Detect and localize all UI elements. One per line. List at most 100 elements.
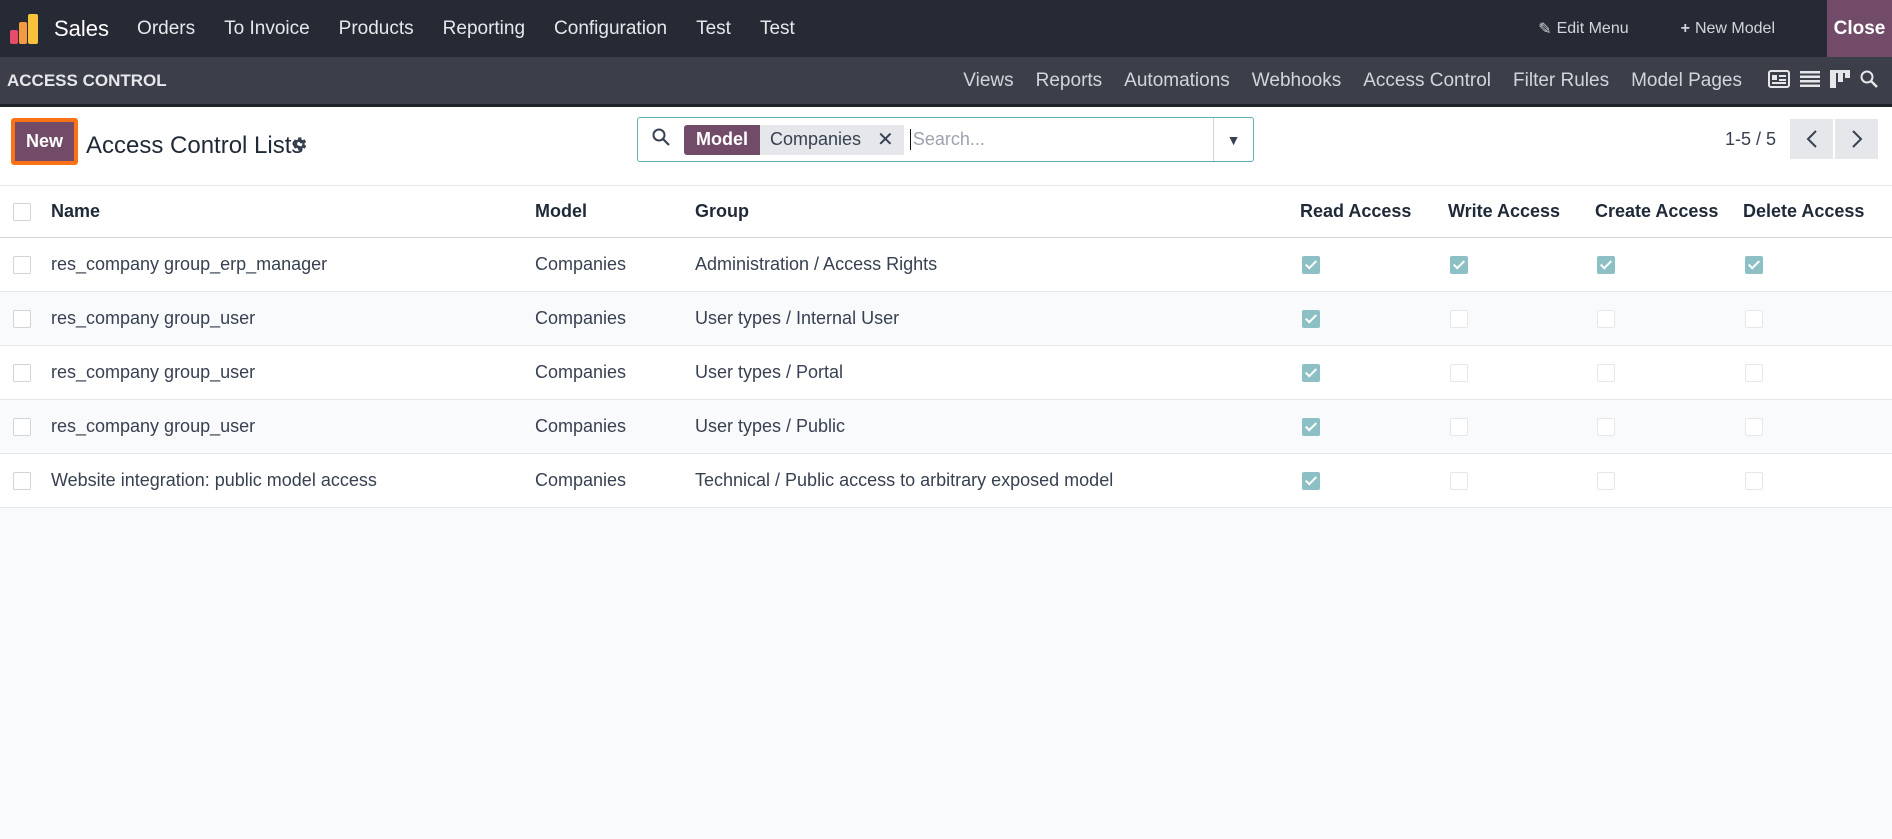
col-model[interactable]: Model <box>535 186 695 237</box>
navbar-actions: ✎ Edit Menu + New Model Close <box>1538 0 1892 57</box>
menu-test-2[interactable]: Test <box>760 18 795 40</box>
pager-previous-button[interactable] <box>1790 119 1833 159</box>
table-row[interactable]: res_company group_user Companies User type… <box>0 399 1892 453</box>
col-delete-access[interactable]: Delete Access <box>1743 186 1892 237</box>
cell-model: Companies <box>535 415 627 436</box>
row-checkbox[interactable] <box>13 471 31 490</box>
tab-model-pages[interactable]: Model Pages <box>1631 70 1742 92</box>
tab-webhooks[interactable]: Webhooks <box>1252 70 1341 92</box>
row-checkbox[interactable] <box>13 309 31 328</box>
tab-automations[interactable]: Automations <box>1124 70 1230 92</box>
view-switcher <box>1768 69 1878 92</box>
row-checkbox[interactable] <box>13 363 31 382</box>
menu-test-1[interactable]: Test <box>696 18 731 40</box>
new-button[interactable]: New <box>15 122 75 161</box>
cell-read-access <box>1300 399 1448 453</box>
page-title: Access Control Lists <box>86 132 304 159</box>
pager: 1-5 / 5 <box>1725 119 1878 159</box>
row-select-cell <box>0 399 51 453</box>
col-create-access[interactable]: Create Access <box>1595 186 1743 237</box>
cell-group: Administration / Access Rights <box>695 253 938 274</box>
search-bar: Model Companies ✕ ▼ <box>637 117 1254 162</box>
table-row[interactable]: res_company group_user Companies User type… <box>0 291 1892 345</box>
menu-products[interactable]: Products <box>339 18 414 40</box>
row-checkbox[interactable] <box>13 255 31 274</box>
acl-list-table: Name Model Group Read Access Write Acces… <box>0 186 1892 508</box>
cell-name: res_company group_user <box>51 415 256 436</box>
cell-model: Companies <box>535 307 627 328</box>
facet-value-wrap: Companies ✕ <box>760 124 904 155</box>
col-group[interactable]: Group <box>695 186 1300 237</box>
pager-value[interactable]: 1-5 / 5 <box>1725 129 1776 150</box>
cell-write-access <box>1448 345 1595 399</box>
delete-access-checkbox <box>1745 255 1763 274</box>
section-title: ACCESS CONTROL <box>7 70 167 90</box>
pager-next-button[interactable] <box>1835 119 1878 159</box>
tab-views[interactable]: Views <box>963 70 1013 92</box>
col-name[interactable]: Name <box>51 186 535 237</box>
cell-read-access <box>1300 453 1448 507</box>
studio-menu: Views Reports Automations Webhooks Acces… <box>941 70 1742 92</box>
list-view-icon[interactable] <box>1800 70 1820 92</box>
col-write-access[interactable]: Write Access <box>1448 186 1595 237</box>
row-select-cell <box>0 237 51 291</box>
app-name[interactable]: Sales <box>54 16 109 42</box>
create-access-checkbox <box>1597 255 1615 274</box>
table-header-row: Name Model Group Read Access Write Acces… <box>0 186 1892 237</box>
new-model-label: New Model <box>1694 19 1775 37</box>
search-icon[interactable] <box>1860 70 1878 92</box>
table-row[interactable]: res_company group_erp_manager Companies Ad… <box>0 237 1892 291</box>
tab-reports[interactable]: Reports <box>1036 70 1103 92</box>
tab-access-control[interactable]: Access Control <box>1363 70 1491 92</box>
main-navbar: Sales Orders To Invoice Products Reporti… <box>0 0 1892 57</box>
plus-icon: + <box>1680 19 1690 37</box>
top-menu: Orders To Invoice Products Reporting Con… <box>137 18 824 40</box>
edit-menu-label: Edit Menu <box>1556 19 1629 37</box>
cell-read-access <box>1300 345 1448 399</box>
form-view-icon[interactable] <box>1768 69 1790 92</box>
cell-group: User types / Portal <box>695 361 844 382</box>
table-row[interactable]: res_company group_user Companies User type… <box>0 345 1892 399</box>
studio-toolbar: ACCESS CONTROL Views Reports Automations… <box>0 57 1892 107</box>
cell-delete-access <box>1743 237 1892 291</box>
app-logo-icon[interactable] <box>10 13 42 44</box>
search-input[interactable] <box>909 129 1213 150</box>
gear-icon[interactable] <box>290 135 308 159</box>
select-all-checkbox[interactable] <box>13 203 31 221</box>
cell-create-access <box>1595 291 1743 345</box>
cell-write-access <box>1448 237 1595 291</box>
facet-value: Companies <box>770 129 862 149</box>
cell-name: res_company group_user <box>51 307 256 328</box>
cell-model: Companies <box>535 253 627 274</box>
remove-facet-icon[interactable]: ✕ <box>877 127 894 152</box>
edit-menu-button[interactable]: ✎ Edit Menu <box>1538 19 1628 39</box>
new-model-button[interactable]: + New Model <box>1681 20 1775 38</box>
table-row[interactable]: Website integration: public model access… <box>0 453 1892 507</box>
row-checkbox[interactable] <box>13 417 31 436</box>
cell-create-access <box>1595 399 1743 453</box>
cell-write-access <box>1448 291 1595 345</box>
write-access-checkbox <box>1450 417 1468 436</box>
cell-write-access <box>1448 399 1595 453</box>
read-access-checkbox <box>1302 363 1320 382</box>
write-access-checkbox <box>1450 309 1468 328</box>
col-read-access[interactable]: Read Access <box>1300 186 1448 237</box>
menu-configuration[interactable]: Configuration <box>554 18 667 40</box>
search-icon <box>638 128 684 152</box>
pencil-icon: ✎ <box>1538 20 1552 38</box>
kanban-view-icon[interactable] <box>1830 69 1850 92</box>
write-access-checkbox <box>1450 363 1468 382</box>
delete-access-checkbox <box>1745 363 1763 382</box>
delete-access-checkbox <box>1745 417 1763 436</box>
read-access-checkbox <box>1302 309 1320 328</box>
cell-create-access <box>1595 237 1743 291</box>
write-access-checkbox <box>1450 471 1468 490</box>
cell-create-access <box>1595 453 1743 507</box>
menu-orders[interactable]: Orders <box>137 18 195 40</box>
cell-model: Companies <box>535 361 627 382</box>
menu-to-invoice[interactable]: To Invoice <box>224 18 310 40</box>
caret-down-icon[interactable]: ▼ <box>1213 118 1253 161</box>
menu-reporting[interactable]: Reporting <box>443 18 525 40</box>
tab-filter-rules[interactable]: Filter Rules <box>1513 70 1609 92</box>
close-button[interactable]: Close <box>1827 0 1892 57</box>
